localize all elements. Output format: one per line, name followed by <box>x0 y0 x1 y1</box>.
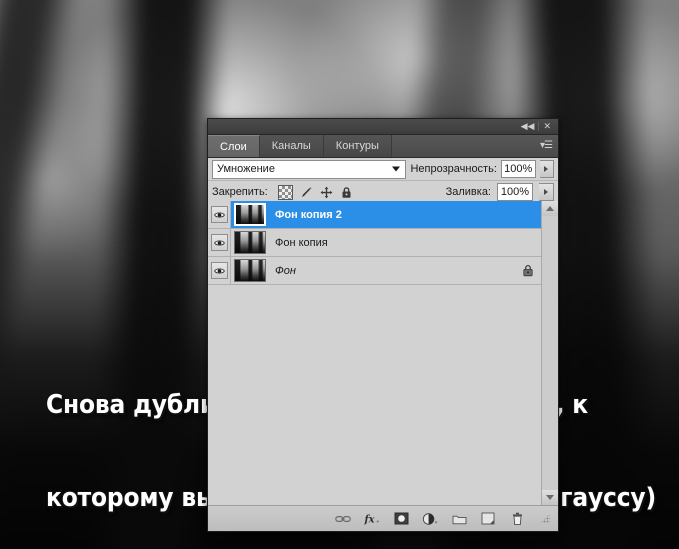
tab-layers-label: Слои <box>220 140 247 153</box>
link-layers-icon[interactable] <box>335 511 351 527</box>
panel-tabs: Слои Каналы Контуры ▾☰ <box>208 135 558 158</box>
opacity-input[interactable]: 100% <box>500 160 536 178</box>
tab-paths[interactable]: Контуры <box>323 135 392 157</box>
tab-layers[interactable]: Слои <box>208 135 260 157</box>
new-layer-icon[interactable] <box>480 511 496 527</box>
layer-rows: Фон копия 2 Фон копия Фон <box>208 201 542 285</box>
lock-icon-group <box>277 184 353 200</box>
lock-image-pixels-icon[interactable] <box>300 186 313 199</box>
layers-panel: ◀◀ ✕ Слои Каналы Контуры ▾☰ Умножение Не… <box>207 118 559 532</box>
tab-channels[interactable]: Каналы <box>259 135 324 157</box>
fill-slider-button[interactable] <box>539 183 554 201</box>
layer-name: Фон копия <box>275 236 328 249</box>
layer-visibility-toggle[interactable] <box>208 229 231 256</box>
lock-all-icon[interactable] <box>340 186 353 199</box>
table-row[interactable]: Фон копия <box>208 229 542 257</box>
layer-name: Фон <box>275 264 296 277</box>
tab-channels-label: Каналы <box>271 140 311 152</box>
scroll-down-icon[interactable] <box>542 490 558 505</box>
panel-menu-icon[interactable]: ▾☰ <box>534 135 558 157</box>
layer-name: Фон копия 2 <box>275 208 342 221</box>
collapse-panel-icon[interactable]: ◀◀ <box>517 122 539 131</box>
delete-layer-icon[interactable] <box>509 511 525 527</box>
fill-label: Заливка: <box>445 186 491 198</box>
blend-mode-value: Умножение <box>217 163 275 175</box>
layer-thumbnail <box>234 203 266 226</box>
screenshot-root: Снова дублируйте фоновый слой (тот, к ко… <box>0 0 679 549</box>
panel-titlebar: ◀◀ ✕ <box>208 119 558 135</box>
layer-visibility-toggle[interactable] <box>208 257 231 284</box>
layer-thumbnail <box>234 259 266 282</box>
lock-position-icon[interactable] <box>320 186 333 199</box>
layers-bottom-toolbar: fx <box>208 505 558 531</box>
layer-visibility-toggle[interactable] <box>208 201 231 228</box>
eye-icon <box>210 206 228 223</box>
opacity-slider-button[interactable] <box>539 160 555 178</box>
layer-style-fx-icon[interactable]: fx <box>364 511 380 527</box>
resize-grip[interactable] <box>540 513 550 524</box>
lock-transparent-pixels-icon[interactable] <box>277 184 293 200</box>
chevron-down-icon <box>392 166 401 172</box>
panel-menu-glyph: ▾☰ <box>540 140 553 151</box>
add-layer-mask-icon[interactable] <box>393 511 409 527</box>
new-group-icon[interactable] <box>451 511 467 527</box>
layer-thumbnail <box>234 231 266 254</box>
blend-mode-select[interactable]: Умножение <box>212 159 407 179</box>
eye-icon <box>210 262 228 279</box>
close-panel-icon[interactable]: ✕ <box>539 122 555 131</box>
table-row[interactable]: Фон копия 2 <box>208 201 542 229</box>
opacity-label: Непрозрачность: <box>410 163 497 175</box>
tab-paths-label: Контуры <box>335 140 379 152</box>
eye-icon <box>210 234 228 251</box>
table-row[interactable]: Фон <box>208 257 542 285</box>
scroll-up-icon[interactable] <box>542 201 558 216</box>
svg-text:fx: fx <box>364 514 375 525</box>
lock-label: Закрепить: <box>212 186 268 198</box>
blend-options-bar: Умножение Непрозрачность: 100% <box>208 158 558 181</box>
layer-list: Фон копия 2 Фон копия Фон <box>208 201 558 505</box>
layer-locked-icon <box>522 264 534 277</box>
layer-list-scrollbar[interactable] <box>541 201 558 505</box>
fill-input[interactable]: 100% <box>497 183 533 201</box>
adjustment-layer-icon[interactable] <box>422 511 438 527</box>
